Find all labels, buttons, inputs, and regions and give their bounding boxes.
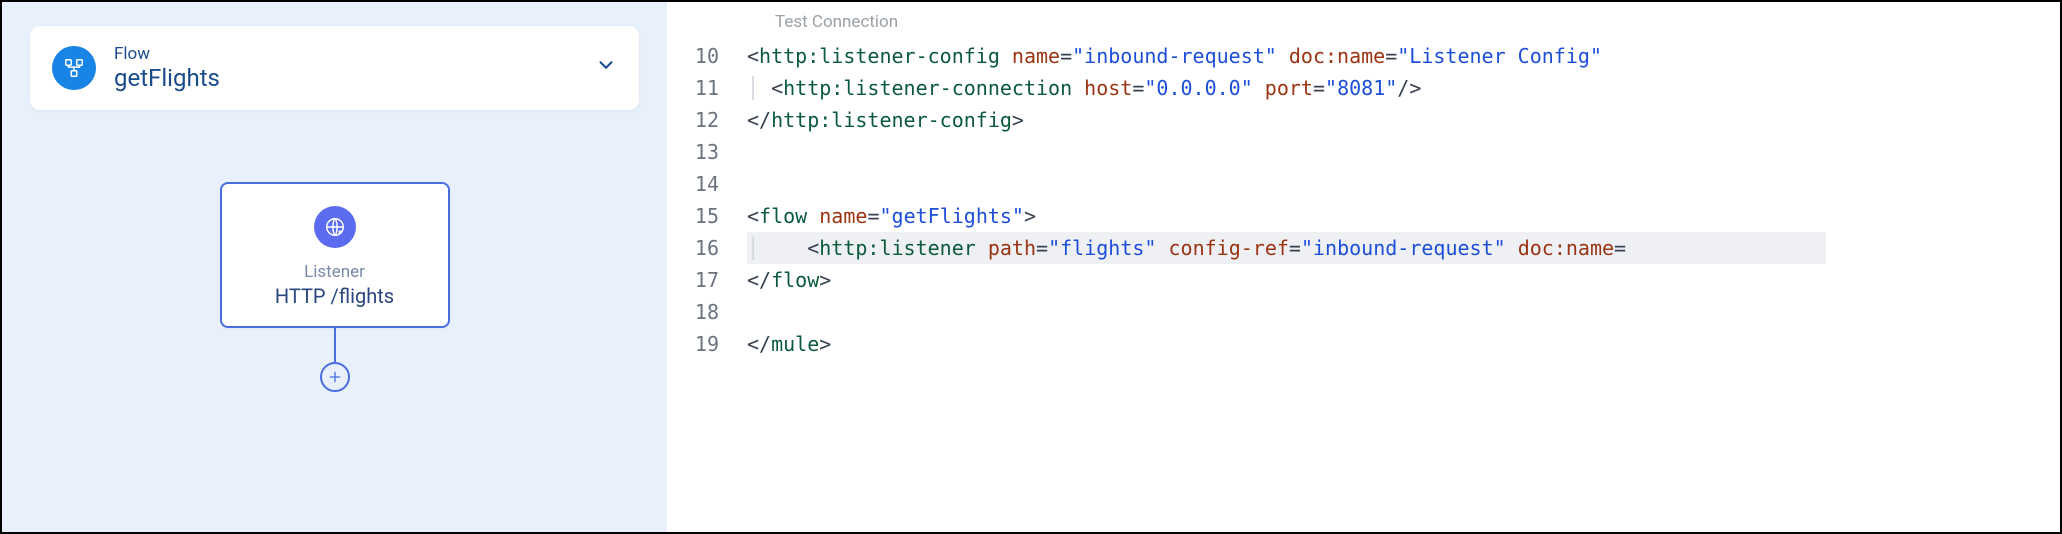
line-number: 17 xyxy=(667,264,719,296)
line-number: 10 xyxy=(667,40,719,72)
line-number: 18 xyxy=(667,296,719,328)
code-line[interactable]: </http:listener-config> xyxy=(747,104,2060,136)
flow-icon xyxy=(52,46,96,90)
add-node-button[interactable] xyxy=(320,362,350,392)
code-editor-panel: Test Connection 10111213141516171819 <ht… xyxy=(667,2,2060,532)
breadcrumb[interactable]: Test Connection xyxy=(667,2,2060,40)
flow-header-card[interactable]: Flow getFlights xyxy=(30,26,639,110)
code-line[interactable]: </mule> xyxy=(747,328,2060,360)
line-number: 12 xyxy=(667,104,719,136)
code-line[interactable] xyxy=(747,296,2060,328)
flow-canvas: Flow getFlights Listener HTTP /flights xyxy=(2,2,667,532)
code-line[interactable] xyxy=(747,136,2060,168)
code-editor[interactable]: 10111213141516171819 <http:listener-conf… xyxy=(667,40,2060,532)
line-number: 14 xyxy=(667,168,719,200)
listener-path-label: HTTP /flights xyxy=(275,284,394,308)
chevron-down-icon[interactable] xyxy=(595,54,617,82)
listener-node[interactable]: Listener HTTP /flights xyxy=(220,182,450,328)
line-number: 15 xyxy=(667,200,719,232)
line-number: 13 xyxy=(667,136,719,168)
code-line[interactable]: <http:listener-config name="inbound-requ… xyxy=(747,40,2060,72)
code-line[interactable]: <flow name="getFlights"> xyxy=(747,200,2060,232)
code-line[interactable]: │ <http:listener path="flights" config-r… xyxy=(747,232,2060,264)
line-number: 19 xyxy=(667,328,719,360)
line-number: 16 xyxy=(667,232,719,264)
code-line[interactable]: </flow> xyxy=(747,264,2060,296)
connector-line xyxy=(334,328,336,362)
code-line[interactable]: │ <http:listener-connection host="0.0.0.… xyxy=(747,72,2060,104)
flow-name-label: getFlights xyxy=(114,64,595,92)
line-number: 11 xyxy=(667,72,719,104)
code-line[interactable] xyxy=(747,168,2060,200)
flow-labels: Flow getFlights xyxy=(114,44,595,92)
flow-type-label: Flow xyxy=(114,44,595,64)
code-content[interactable]: <http:listener-config name="inbound-requ… xyxy=(747,40,2060,532)
line-number-gutter: 10111213141516171819 xyxy=(667,40,747,532)
globe-icon xyxy=(314,206,356,248)
listener-type-label: Listener xyxy=(304,262,365,282)
